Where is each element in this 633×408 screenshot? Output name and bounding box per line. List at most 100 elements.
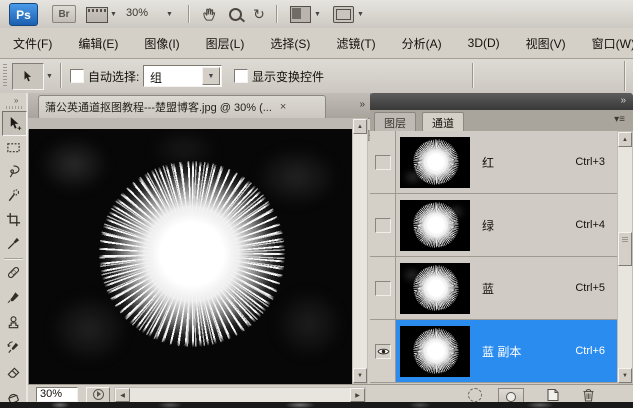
visibility-cell[interactable] xyxy=(370,194,396,256)
scroll-down-icon[interactable]: ▼ xyxy=(618,368,632,383)
spot-healing-brush-tool[interactable] xyxy=(2,261,25,284)
channel-row-red[interactable]: 红 Ctrl+3 xyxy=(370,131,617,194)
menu-layer[interactable]: 图层(L) xyxy=(193,35,258,52)
toolbox-collapse-icon[interactable]: » xyxy=(14,96,17,105)
channel-row-green[interactable]: 绿 Ctrl+4 xyxy=(370,194,617,257)
bottom-window-strip xyxy=(0,402,633,408)
rotate-view-icon[interactable]: ↻ xyxy=(250,5,268,23)
menu-file[interactable]: 文件(F) xyxy=(0,35,65,52)
foliage-blob xyxy=(274,289,344,359)
channel-thumbnail[interactable] xyxy=(400,137,470,188)
document-tab[interactable]: 蒲公英通道抠图教程---楚盟博客.jpg @ 30% (... × xyxy=(38,95,326,118)
document-close-icon[interactable]: × xyxy=(280,101,286,113)
auto-select-dropdown[interactable]: 组 ▼ xyxy=(143,65,222,87)
channel-shortcut: Ctrl+6 xyxy=(575,345,605,357)
view-extras-caret-icon[interactable]: ▼ xyxy=(110,11,117,18)
channel-name: 蓝 副本 xyxy=(482,343,521,360)
history-brush-tool[interactable] xyxy=(2,336,25,359)
scrollbar-thumb[interactable] xyxy=(618,232,632,266)
tab-overflow-icon[interactable]: » xyxy=(359,99,364,110)
hand-tool-icon[interactable] xyxy=(200,5,218,23)
scroll-down-icon[interactable]: ▼ xyxy=(353,368,367,383)
photoshop-logo: Ps xyxy=(9,3,38,26)
arrange-documents-icon[interactable] xyxy=(290,6,311,23)
eyedropper-tool[interactable] xyxy=(2,232,25,255)
auto-select-checkbox[interactable] xyxy=(70,69,84,83)
scroll-up-icon[interactable]: ▲ xyxy=(618,132,632,147)
menu-view[interactable]: 视图(V) xyxy=(513,35,579,52)
options-separator xyxy=(60,63,61,88)
brush-tool[interactable] xyxy=(2,286,25,309)
document-tab-bar: 蒲公英通道抠图教程---楚盟博客.jpg @ 30% (... × » xyxy=(28,93,370,119)
panel-menu-icon[interactable]: ▾≡ xyxy=(614,114,625,125)
scroll-left-icon[interactable]: ◀ xyxy=(115,388,130,402)
visibility-cell[interactable] xyxy=(370,257,396,319)
document-tab-title: 蒲公英通道抠图教程---楚盟博客.jpg @ 30% (... xyxy=(45,99,272,115)
visibility-cell[interactable] xyxy=(370,320,396,382)
channel-thumbnail[interactable] xyxy=(400,326,470,377)
appbar-separator xyxy=(188,5,189,23)
panel-tab-bar: 图层 通道 ▾≡ xyxy=(370,110,633,132)
eraser-tool[interactable] xyxy=(2,361,25,384)
channel-row-blue[interactable]: 蓝 Ctrl+5 xyxy=(370,257,617,320)
screen-mode-caret-icon[interactable]: ▼ xyxy=(357,11,364,18)
visibility-toggle[interactable] xyxy=(375,281,391,296)
visibility-toggle[interactable] xyxy=(375,155,391,170)
rectangular-marquee-tool[interactable] xyxy=(2,136,25,159)
scroll-right-icon[interactable]: ▶ xyxy=(350,388,365,402)
panel-vertical-scrollbar[interactable]: ▲ ▼ xyxy=(617,131,633,384)
toolbox-grip[interactable] xyxy=(6,106,22,109)
lasso-tool[interactable] xyxy=(2,160,25,183)
tool-preset-caret-icon[interactable]: ▼ xyxy=(46,73,53,80)
appbar-separator xyxy=(276,5,277,23)
auto-select-value: 组 xyxy=(150,69,162,86)
screen-mode-icon[interactable] xyxy=(333,6,354,23)
application-bar: Ps Br ▼ 30% ▼ ↻ ▼ ▼ xyxy=(0,0,633,29)
menu-image[interactable]: 图像(I) xyxy=(131,35,192,52)
menu-window[interactable]: 窗口(W) xyxy=(579,35,633,52)
show-transform-controls-checkbox[interactable] xyxy=(234,69,248,83)
tool-options-bar: ▼ 自动选择: 组 ▼ 显示变换控件 xyxy=(0,59,633,94)
channel-name: 绿 xyxy=(482,217,494,234)
auto-select-dropdown-caret-icon[interactable]: ▼ xyxy=(202,67,220,85)
menu-bar: 文件(F) 编辑(E) 图像(I) 图层(L) 选择(S) 滤镜(T) 分析(A… xyxy=(0,28,633,59)
clone-stamp-tool[interactable] xyxy=(2,311,25,334)
status-zoom-input[interactable]: 30% xyxy=(36,387,78,402)
move-tool-preset-button[interactable] xyxy=(12,63,44,90)
options-separator xyxy=(472,63,473,88)
menu-analysis[interactable]: 分析(A) xyxy=(389,35,455,52)
auto-select-label: 自动选择: xyxy=(88,68,139,85)
menu-select[interactable]: 选择(S) xyxy=(257,35,323,52)
quick-selection-tool[interactable] xyxy=(2,184,25,207)
canvas-image[interactable] xyxy=(29,129,352,384)
tab-layers[interactable]: 图层 xyxy=(374,112,416,132)
menu-edit[interactable]: 编辑(E) xyxy=(65,35,131,52)
document-horizontal-scrollbar[interactable]: ◀ ▶ xyxy=(114,387,366,403)
dandelion-subject xyxy=(99,161,285,347)
crop-tool[interactable] xyxy=(2,208,25,231)
channel-name: 蓝 xyxy=(482,280,494,297)
visibility-cell[interactable] xyxy=(370,131,396,193)
channel-thumbnail[interactable] xyxy=(400,200,470,251)
channel-thumbnail[interactable] xyxy=(400,263,470,314)
channel-shortcut: Ctrl+3 xyxy=(575,156,605,168)
document-vertical-scrollbar[interactable]: ▲ ▼ xyxy=(352,118,368,384)
visibility-toggle[interactable] xyxy=(375,218,391,233)
dock-collapse-icon[interactable]: » xyxy=(620,95,625,106)
options-bar-grip[interactable] xyxy=(3,64,7,87)
channel-row-blue-copy[interactable]: 蓝 副本 Ctrl+6 xyxy=(370,320,617,383)
menu-3d[interactable]: 3D(D) xyxy=(455,36,513,50)
tab-channels[interactable]: 通道 xyxy=(422,112,464,133)
visibility-toggle[interactable] xyxy=(375,344,391,359)
move-tool[interactable] xyxy=(2,111,27,136)
menu-filter[interactable]: 滤镜(T) xyxy=(323,35,388,52)
photoshop-window: Ps Br ▼ 30% ▼ ↻ ▼ ▼ 文件(F) 编辑(E) 图像(I) 图层… xyxy=(0,0,633,408)
launch-bridge-button[interactable]: Br xyxy=(52,5,76,23)
zoom-tool-icon[interactable] xyxy=(226,5,244,23)
zoom-level-caret-icon[interactable]: ▼ xyxy=(166,11,173,18)
arrange-documents-caret-icon[interactable]: ▼ xyxy=(314,11,321,18)
load-channel-as-selection-icon[interactable] xyxy=(468,388,482,402)
view-extras-icon[interactable] xyxy=(86,7,108,23)
zoom-level-display[interactable]: 30% xyxy=(126,7,148,19)
scroll-up-icon[interactable]: ▲ xyxy=(353,119,367,134)
